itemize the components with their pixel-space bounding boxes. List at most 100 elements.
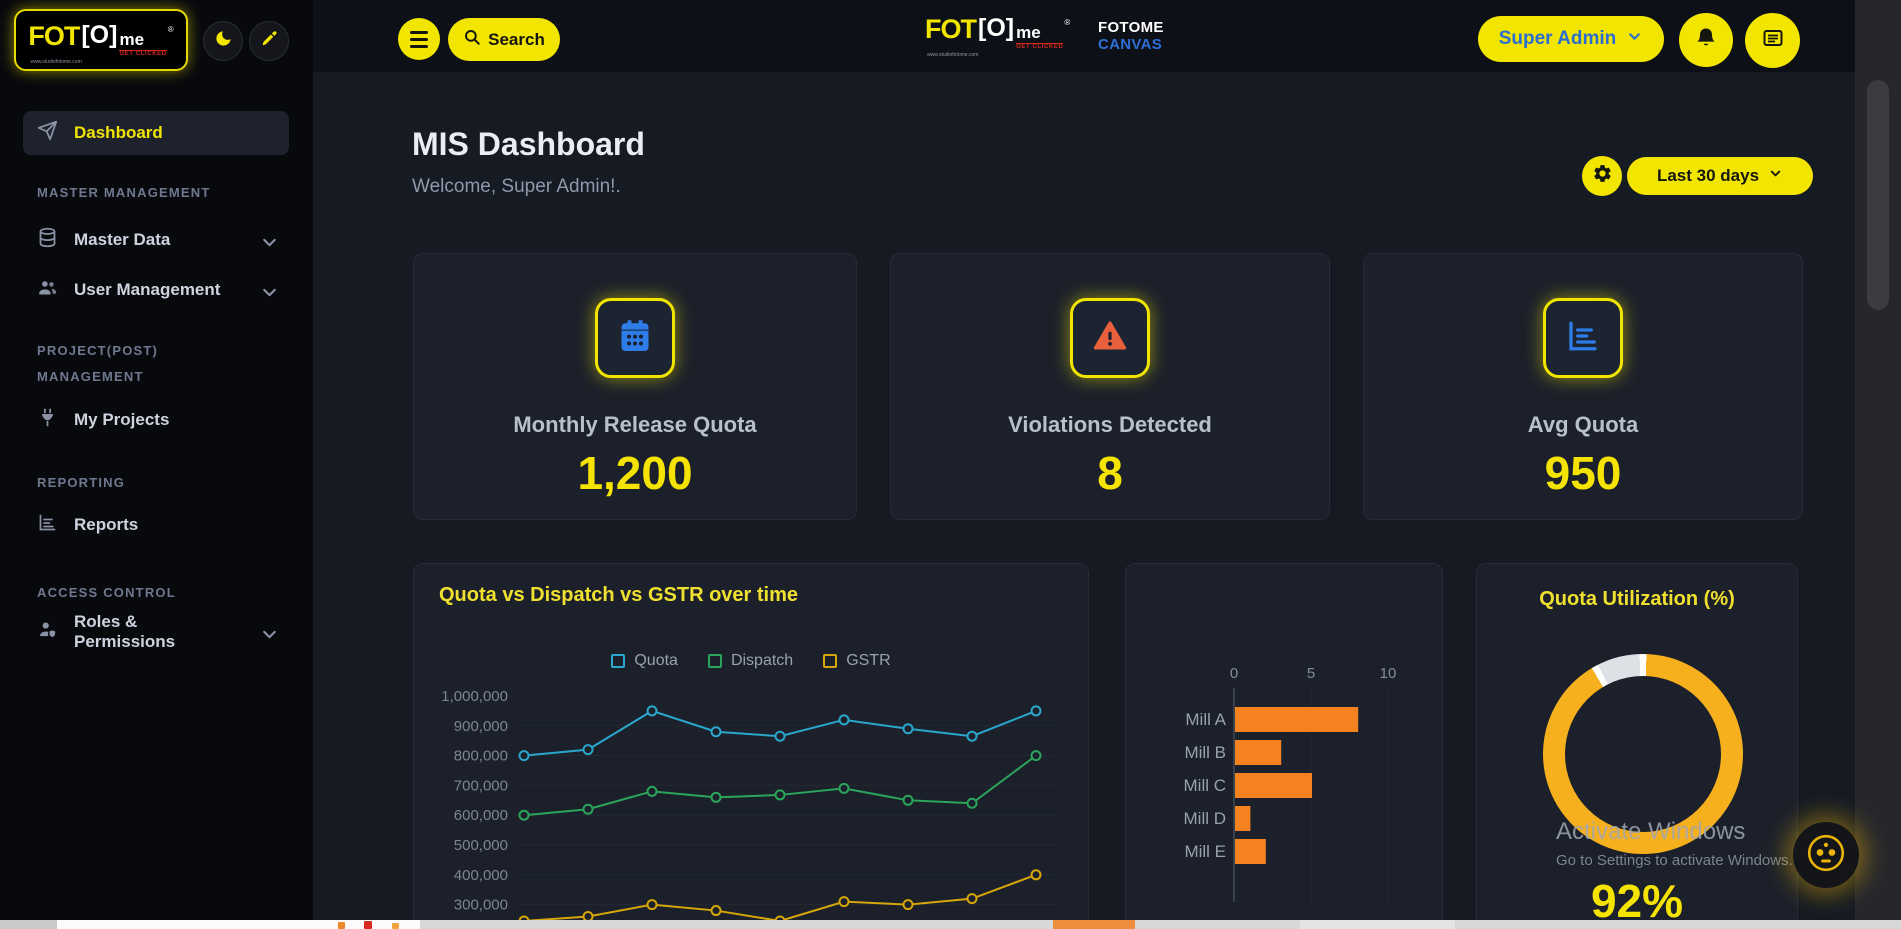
legend-item[interactable]: Dispatch	[708, 652, 793, 670]
chevron-down-icon	[1626, 28, 1643, 51]
svg-text:10: 10	[1380, 665, 1397, 682]
sidebar-item-label: My Projects	[74, 410, 169, 430]
scrollbar[interactable]	[1855, 0, 1901, 920]
sidebar-item-label: Reports	[74, 515, 138, 535]
period-label: Last 30 days	[1657, 166, 1759, 186]
logo-tagline: GET CLICKED	[119, 50, 166, 57]
header-logo[interactable]: FOT [O] me GET CLICKED ® www.studiofotom…	[925, 16, 1070, 50]
brush-icon	[260, 29, 279, 53]
sidebar-item-label: Roles & Permissions	[74, 612, 243, 652]
svg-text:800,000: 800,000	[454, 748, 508, 765]
legend-label: Dispatch	[731, 652, 793, 670]
sidebar-item-label: User Management	[74, 280, 220, 300]
bar-chart-icon	[1565, 318, 1601, 359]
legend-item[interactable]: Quota	[611, 652, 678, 670]
svg-text:Mill D: Mill D	[1184, 809, 1227, 828]
stat-icon-box	[1070, 298, 1150, 378]
database-icon	[37, 227, 58, 253]
app-name: FOTOME CANVAS	[1098, 19, 1164, 53]
period-selector[interactable]: Last 30 days	[1627, 157, 1813, 195]
logo-registered-mark: ®	[1064, 18, 1070, 27]
notifications-button[interactable]	[1679, 13, 1733, 67]
donut-chart-title: Quota Utilization (%)	[1477, 588, 1797, 611]
legend-label: Quota	[634, 652, 678, 670]
line-chart-legend: Quota Dispatch GSTR	[414, 652, 1088, 670]
panel-list-button[interactable]	[1745, 13, 1800, 68]
legend-swatch	[708, 654, 722, 668]
chevron-down-icon	[1768, 166, 1783, 186]
donut-chart-card: Quota Utilization (%) 92%	[1476, 563, 1798, 929]
svg-text:5: 5	[1307, 665, 1315, 682]
logo-text-o: [O]	[978, 16, 1014, 41]
taskbar-active-app[interactable]	[1053, 920, 1135, 929]
assistant-fab-button[interactable]	[1793, 822, 1859, 888]
taskbar-icon[interactable]	[338, 922, 345, 929]
page-title: MIS Dashboard	[412, 126, 645, 163]
welcome-text: Welcome, Super Admin!.	[412, 176, 621, 198]
svg-text:400,000: 400,000	[454, 867, 508, 884]
sidebar-logo[interactable]: FOT [O] me GET CLICKED ® www.studiofotom…	[14, 9, 188, 71]
sidebar-item-roles-permissions[interactable]: Roles & Permissions	[23, 610, 289, 654]
chevron-down-icon	[259, 232, 275, 248]
logo-text-o: [O]	[81, 23, 117, 48]
sidebar-item-master-data[interactable]: Master Data	[23, 218, 289, 262]
svg-text:1,000,000: 1,000,000	[441, 688, 508, 705]
chevron-down-icon	[259, 624, 275, 640]
sidebar-item-label: Master Data	[74, 230, 170, 250]
bot-face-icon	[1800, 827, 1852, 884]
app-name-line2: CANVAS	[1098, 36, 1164, 53]
warning-icon	[1092, 318, 1128, 359]
user-menu-button[interactable]: Super Admin	[1478, 16, 1664, 62]
stat-card-avg-quota: Avg Quota 950	[1363, 253, 1803, 520]
svg-text:900,000: 900,000	[454, 718, 508, 735]
svg-text:Mill A: Mill A	[1185, 710, 1226, 729]
svg-text:0: 0	[1230, 665, 1238, 682]
stat-card-monthly-release-quota: Monthly Release Quota 1,200	[413, 253, 857, 520]
stat-value: 1,200	[414, 446, 856, 500]
section-access-control: ACCESS CONTROL	[37, 580, 287, 606]
theme-brush-button[interactable]	[249, 21, 289, 61]
stat-value: 950	[1364, 446, 1802, 500]
calendar-icon	[617, 318, 653, 359]
windows-taskbar-sliver[interactable]	[0, 920, 1901, 929]
report-chart-icon	[37, 512, 58, 538]
svg-text:300,000: 300,000	[454, 897, 508, 914]
scrollbar-thumb[interactable]	[1867, 80, 1889, 310]
navigation-icon	[37, 120, 58, 146]
search-button[interactable]: Search	[448, 18, 560, 61]
sidebar-item-label: Dashboard	[74, 123, 163, 143]
chevron-down-icon	[259, 282, 275, 298]
stat-card-violations-detected: Violations Detected 8	[890, 253, 1330, 520]
taskbar-segment	[0, 920, 57, 929]
sidebar-item-dashboard[interactable]: Dashboard	[23, 111, 289, 155]
logo-text-fot: FOT	[925, 16, 976, 43]
taskbar-icon[interactable]	[364, 921, 372, 929]
sidebar-item-reports[interactable]: Reports	[23, 503, 289, 547]
section-project-post-management: PROJECT(POST) MANAGEMENT	[37, 338, 267, 390]
svg-text:Mill E: Mill E	[1184, 842, 1226, 861]
sidebar-item-user-management[interactable]: User Management	[23, 268, 289, 312]
search-icon	[463, 28, 481, 51]
moon-icon	[214, 29, 233, 53]
line-chart-card: Quota vs Dispatch vs GSTR over time Quot…	[413, 563, 1089, 929]
list-icon	[1761, 26, 1785, 55]
dark-mode-toggle[interactable]	[203, 21, 243, 61]
logo-text-me: me	[119, 31, 166, 48]
app-name-line1: FOTOME	[1098, 19, 1164, 36]
legend-item[interactable]: GSTR	[823, 652, 890, 670]
hamburger-menu-button[interactable]	[398, 18, 440, 60]
users-icon	[37, 277, 58, 303]
dashboard-settings-button[interactable]	[1582, 156, 1622, 196]
logo-text-fot: FOT	[28, 23, 79, 50]
stat-icon-box	[1543, 298, 1623, 378]
logo-url: www.studiofotome.com	[927, 52, 978, 58]
stat-icon-box	[595, 298, 675, 378]
legend-label: GSTR	[846, 652, 890, 670]
sidebar-item-my-projects[interactable]: My Projects	[23, 398, 289, 442]
bell-icon	[1694, 26, 1718, 55]
taskbar-icon[interactable]	[392, 923, 399, 929]
svg-text:700,000: 700,000	[454, 777, 508, 794]
user-shield-icon	[37, 619, 58, 645]
svg-text:600,000: 600,000	[454, 807, 508, 824]
mill-bar-chart: 0510Mill AMill BMill CMill DMill E	[1134, 644, 1436, 929]
